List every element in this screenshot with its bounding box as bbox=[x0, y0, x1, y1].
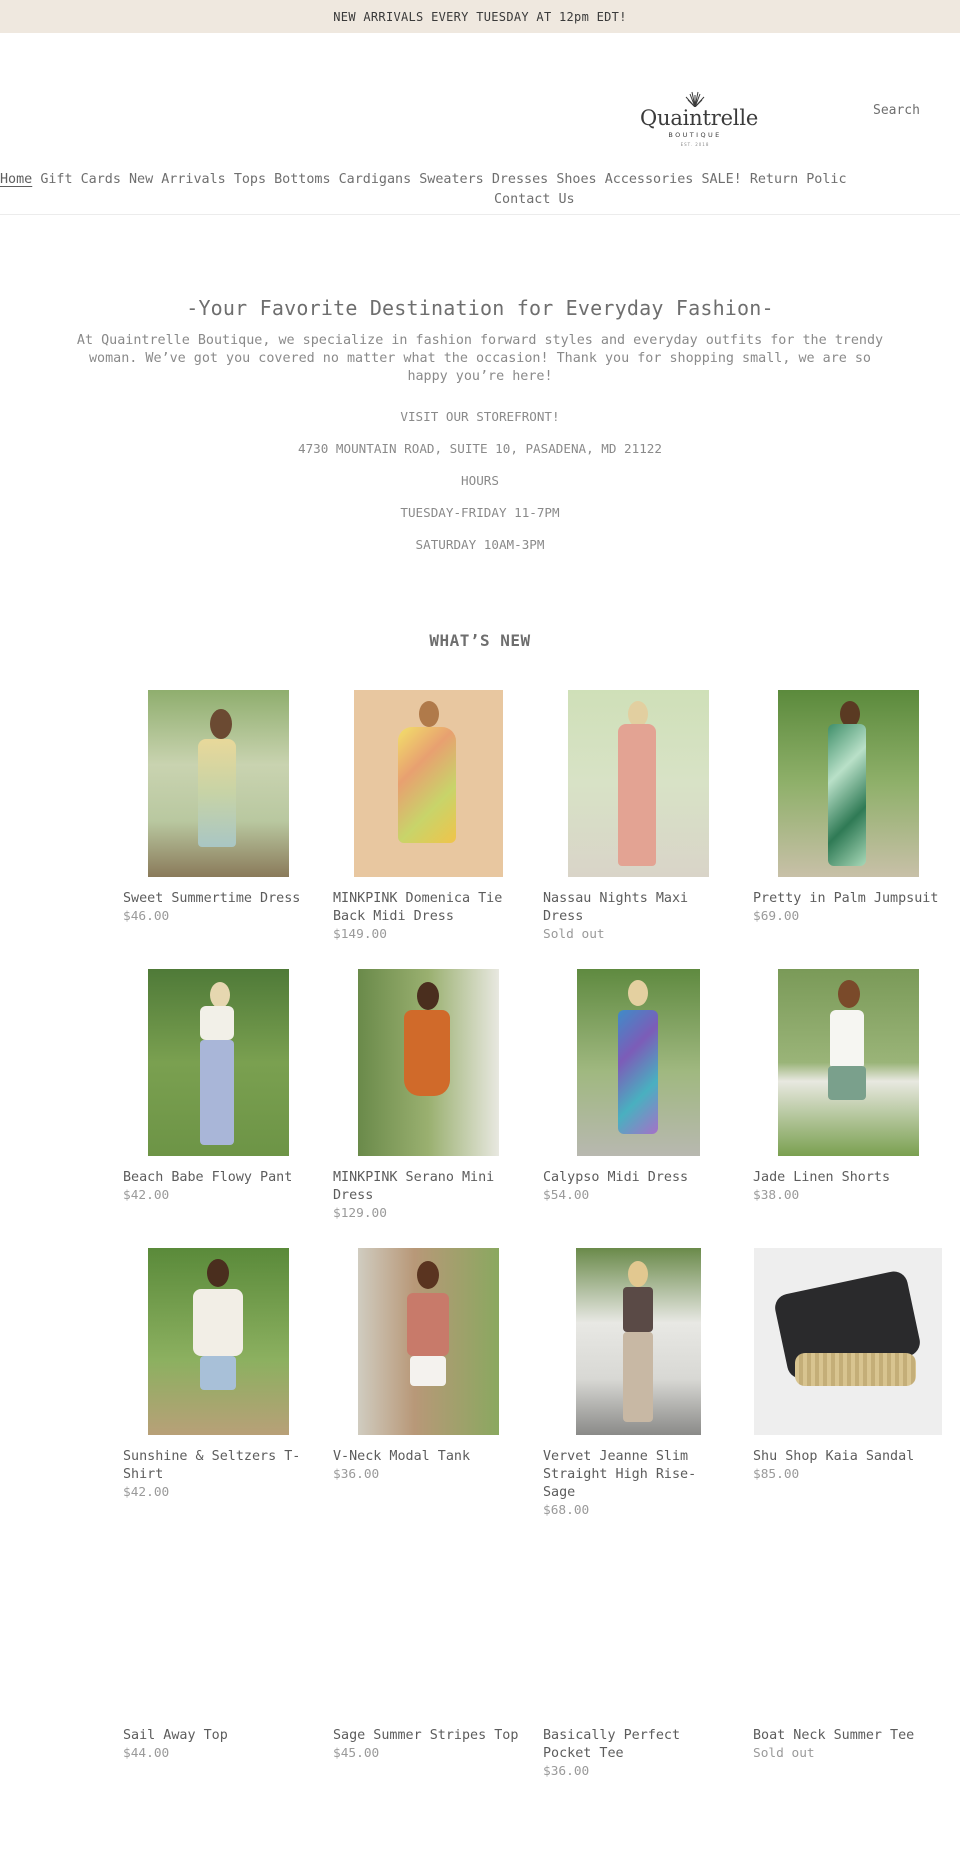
product-card[interactable]: V-Neck Modal Tank $36.00 bbox=[333, 1248, 523, 1484]
product-title[interactable]: Nassau Nights Maxi Dress bbox=[543, 890, 733, 926]
saturday-hours: SATURDAY 10AM-3PM bbox=[415, 537, 545, 552]
product-title[interactable]: Shu Shop Kaia Sandal bbox=[753, 1448, 943, 1466]
nav-item-tops[interactable]: Tops bbox=[234, 172, 266, 187]
nav-item-cardigans[interactable]: Cardigans bbox=[339, 172, 412, 187]
product-image[interactable] bbox=[754, 1248, 942, 1435]
nav-item-sweaters[interactable]: Sweaters bbox=[419, 172, 484, 187]
product-image[interactable] bbox=[777, 690, 919, 877]
product-price: $38.00 bbox=[753, 1188, 800, 1203]
product-card[interactable]: Shu Shop Kaia Sandal $85.00 bbox=[753, 1248, 943, 1484]
nav-item-bottoms[interactable]: Bottoms bbox=[274, 172, 330, 187]
intro-section: -Your Favorite Destination for Everyday … bbox=[0, 296, 960, 554]
product-price: $36.00 bbox=[543, 1764, 590, 1779]
product-card[interactable]: MINKPINK Domenica Tie Back Midi Dress $1… bbox=[333, 690, 523, 944]
product-title[interactable]: Basically Perfect Pocket Tee bbox=[543, 1727, 733, 1763]
address-text: 4730 MOUNTAIN ROAD, SUITE 10, PASADENA, … bbox=[298, 441, 662, 456]
product-image[interactable] bbox=[353, 690, 503, 877]
product-price: $69.00 bbox=[753, 909, 800, 924]
announcement-bar: NEW ARRIVALS EVERY TUESDAY AT 12pm EDT! bbox=[0, 0, 960, 33]
product-image[interactable] bbox=[147, 1248, 289, 1435]
nav-item-accessories[interactable]: Accessories bbox=[605, 172, 694, 187]
product-title[interactable]: Vervet Jeanne Slim Straight High Rise- S… bbox=[543, 1448, 733, 1502]
product-price: Sold out bbox=[543, 927, 605, 942]
announcement-text: NEW ARRIVALS EVERY TUESDAY AT 12pm EDT! bbox=[333, 9, 627, 24]
nav-item-dresses[interactable]: Dresses bbox=[492, 172, 548, 187]
intro-description: At Quaintrelle Boutique, we specialize i… bbox=[76, 333, 884, 384]
product-card[interactable]: Boat Neck Summer Tee Sold out bbox=[753, 1527, 943, 1763]
product-price: $42.00 bbox=[123, 1485, 170, 1500]
logo-subtitle: BOUTIQUE bbox=[668, 131, 722, 139]
product-title[interactable]: MINKPINK Domenica Tie Back Midi Dress bbox=[333, 890, 523, 926]
product-price: $46.00 bbox=[123, 909, 170, 924]
product-card[interactable]: Basically Perfect Pocket Tee $36.00 bbox=[543, 1527, 733, 1781]
product-card[interactable]: Beach Babe Flowy Pant $42.00 bbox=[123, 969, 313, 1205]
product-price: $36.00 bbox=[333, 1467, 380, 1482]
product-title[interactable]: Boat Neck Summer Tee bbox=[753, 1727, 943, 1745]
product-card[interactable]: Sail Away Top $44.00 bbox=[123, 1527, 313, 1763]
product-image[interactable] bbox=[567, 690, 709, 877]
product-image[interactable] bbox=[777, 969, 919, 1156]
product-title[interactable]: Sage Summer Stripes Top bbox=[333, 1727, 523, 1745]
product-price: $149.00 bbox=[333, 927, 387, 942]
product-card[interactable]: Jade Linen Shorts $38.00 bbox=[753, 969, 943, 1205]
product-image[interactable] bbox=[357, 1248, 499, 1435]
product-title[interactable]: Pretty in Palm Jumpsuit bbox=[753, 890, 943, 908]
site-header: Quaintrelle BOUTIQUE EST. 2018 Search Ho… bbox=[0, 33, 960, 215]
product-card[interactable]: Sunshine & Seltzers T-Shirt $42.00 bbox=[123, 1248, 313, 1502]
product-title[interactable]: Sweet Summertime Dress bbox=[123, 890, 313, 908]
product-image[interactable] bbox=[147, 690, 289, 877]
product-price: $68.00 bbox=[543, 1503, 590, 1518]
product-card[interactable]: MINKPINK Serano Mini Dress $129.00 bbox=[333, 969, 523, 1223]
product-price: Sold out bbox=[753, 1746, 815, 1761]
palm-leaf-icon bbox=[685, 91, 705, 107]
product-image[interactable] bbox=[147, 1527, 289, 1714]
product-price: $42.00 bbox=[123, 1188, 170, 1203]
product-title[interactable]: V-Neck Modal Tank bbox=[333, 1448, 523, 1466]
intro-heading: -Your Favorite Destination for Everyday … bbox=[186, 296, 774, 320]
nav-item-sale[interactable]: SALE! bbox=[701, 172, 741, 187]
nav-item-return-policy[interactable]: Return Polic bbox=[750, 172, 847, 187]
product-card[interactable]: Nassau Nights Maxi Dress Sold out bbox=[543, 690, 733, 944]
product-title[interactable]: Sail Away Top bbox=[123, 1727, 313, 1745]
product-image[interactable] bbox=[357, 1527, 499, 1714]
nav-item-gift-cards[interactable]: Gift Cards bbox=[40, 172, 121, 187]
nav-item-shoes[interactable]: Shoes bbox=[556, 172, 596, 187]
product-card[interactable]: Vervet Jeanne Slim Straight High Rise- S… bbox=[543, 1248, 733, 1520]
nav-item-contact-us[interactable]: Contact Us bbox=[494, 192, 575, 207]
search-link[interactable]: Search bbox=[873, 103, 920, 118]
product-title[interactable]: Calypso Midi Dress bbox=[543, 1169, 733, 1187]
product-image[interactable] bbox=[777, 1527, 919, 1714]
product-title[interactable]: Jade Linen Shorts bbox=[753, 1169, 943, 1187]
store-logo[interactable]: Quaintrelle BOUTIQUE EST. 2018 bbox=[640, 91, 759, 147]
product-price: $85.00 bbox=[753, 1467, 800, 1482]
product-card[interactable]: Sweet Summertime Dress $46.00 bbox=[123, 690, 313, 926]
product-title[interactable]: Sunshine & Seltzers T-Shirt bbox=[123, 1448, 313, 1484]
product-title[interactable]: MINKPINK Serano Mini Dress bbox=[333, 1169, 523, 1205]
product-card[interactable]: Calypso Midi Dress $54.00 bbox=[543, 969, 733, 1205]
whats-new-heading: WHAT’S NEW bbox=[429, 631, 531, 650]
product-image[interactable] bbox=[147, 969, 289, 1156]
hours-label: HOURS bbox=[461, 473, 499, 488]
logo-name: Quaintrelle bbox=[640, 106, 759, 130]
storefront-text: VISIT OUR STOREFRONT! bbox=[400, 409, 560, 424]
product-price: $54.00 bbox=[543, 1188, 590, 1203]
logo-est: EST. 2018 bbox=[680, 142, 710, 147]
product-title[interactable]: Beach Babe Flowy Pant bbox=[123, 1169, 313, 1187]
product-image[interactable] bbox=[567, 1527, 709, 1714]
product-card[interactable]: Pretty in Palm Jumpsuit $69.00 bbox=[753, 690, 943, 926]
weekday-hours: TUESDAY-FRIDAY 11-7PM bbox=[400, 505, 560, 520]
product-image[interactable] bbox=[357, 969, 499, 1156]
product-price: $44.00 bbox=[123, 1746, 170, 1761]
nav-item-home[interactable]: Home bbox=[0, 172, 32, 187]
nav-item-new-arrivals[interactable]: New Arrivals bbox=[129, 172, 226, 187]
product-image[interactable] bbox=[575, 1248, 701, 1435]
product-price: $45.00 bbox=[333, 1746, 380, 1761]
main-nav: Home Gift Cards New Arrivals Tops Bottom… bbox=[0, 172, 960, 207]
product-price: $129.00 bbox=[333, 1206, 387, 1221]
product-card[interactable]: Sage Summer Stripes Top $45.00 bbox=[333, 1527, 523, 1763]
product-image[interactable] bbox=[576, 969, 700, 1156]
